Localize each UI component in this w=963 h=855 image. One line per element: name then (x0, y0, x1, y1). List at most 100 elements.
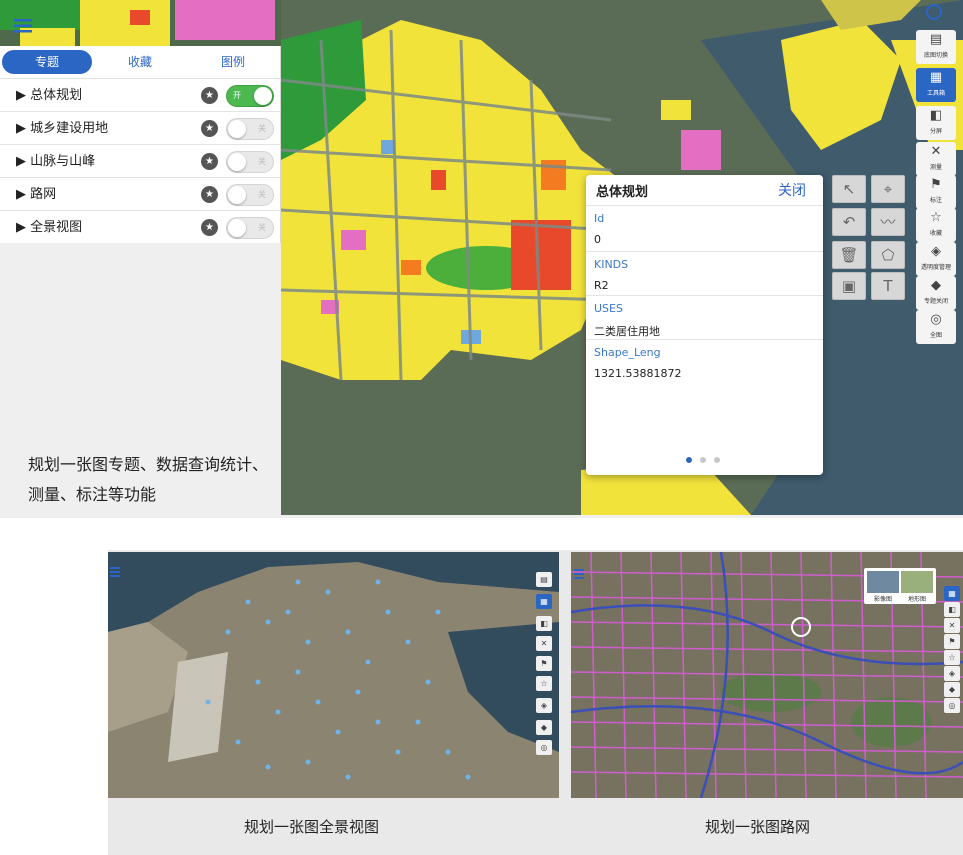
button-label: 测量 (929, 164, 942, 171)
trash-icon[interactable]: 🗑 (832, 241, 866, 269)
attribute-row: Id 0 (586, 205, 823, 251)
polygon-icon[interactable]: ⬠ (871, 241, 905, 269)
map-strip[interactable] (0, 0, 281, 46)
opacity-icon[interactable]: ◈ (536, 698, 552, 713)
toggle-label: 开 (233, 91, 241, 100)
undo-icon[interactable]: ↶ (832, 208, 866, 236)
toggle-knob (228, 120, 246, 138)
crosshair-icon[interactable]: ⌖ (871, 175, 905, 203)
button-label: 标注 (929, 197, 942, 204)
toolbox-icon[interactable]: ▦ (944, 586, 960, 601)
freehand-line-icon[interactable]: 〰 (871, 208, 905, 236)
select-arrow-icon[interactable]: ↖ (832, 175, 866, 203)
panorama-map-svg (108, 552, 559, 798)
star-icon[interactable]: ☆ (536, 676, 552, 691)
star-icon[interactable]: ★ (201, 153, 218, 170)
split-screen-icon: ◧ (929, 108, 943, 123)
menu-icon[interactable] (574, 564, 584, 579)
toolbox-button[interactable]: ▦ 工具箱 (916, 68, 956, 102)
map-switch-icon[interactable]: ▤ (536, 572, 552, 587)
measure-button[interactable]: ✕ 测量 (916, 142, 956, 176)
attribute-row: KINDS R2 (586, 251, 823, 295)
tab-legend[interactable]: 图例 (188, 50, 278, 74)
satellite-label: 影像图 (873, 596, 892, 603)
layer-toggle[interactable]: 开 (226, 85, 274, 107)
basemap-switch-button[interactable]: ▤ 底图切换 (916, 30, 956, 64)
opacity-button[interactable]: ◈ 透明度管理 (916, 242, 956, 276)
page-dot[interactable] (714, 457, 720, 463)
layer-off-button[interactable]: ◆ 专题关闭 (916, 276, 956, 310)
button-label: 底图切换 (923, 52, 948, 59)
split-screen-button[interactable]: ◧ 分屏 (916, 106, 956, 140)
flag-icon[interactable]: ⚑ (944, 634, 960, 649)
tab-topics[interactable]: 专题 (2, 50, 92, 74)
popup-title: 总体规划 (596, 185, 649, 200)
terrain-thumb[interactable] (901, 571, 933, 593)
attribute-key: USES (594, 302, 623, 315)
measure-icon: ✕ (930, 144, 942, 159)
page-dot[interactable] (700, 457, 706, 463)
star-icon[interactable]: ★ (201, 120, 218, 137)
layer-off-icon[interactable]: ◆ (536, 720, 552, 735)
map-strip-svg (0, 0, 281, 46)
tab-favorites[interactable]: 收藏 (95, 50, 185, 74)
measure-icon[interactable]: ✕ (944, 618, 960, 633)
layer-row-master-plan[interactable]: ▶ 总体规划 ★ 开 (0, 78, 281, 111)
info-icon[interactable] (926, 4, 942, 20)
star-icon: ☆ (930, 210, 942, 225)
annotate-button[interactable]: ⚑ 标注 (916, 175, 956, 209)
star-icon[interactable]: ★ (201, 219, 218, 236)
panel-tabs: 专题 收藏 图例 (0, 46, 281, 76)
layer-row-land-use[interactable]: ▶ 城乡建设用地 ★ 关 (0, 111, 281, 144)
attribute-key: Shape_Leng (594, 346, 661, 359)
save-icon[interactable]: ▣ (832, 272, 866, 300)
layer-toggle[interactable]: 关 (226, 217, 274, 239)
flag-icon: ⚑ (930, 177, 942, 192)
caption-bottom-right: 规划一张图路网 (705, 818, 811, 836)
layer-off-icon[interactable]: ◆ (944, 682, 960, 697)
popup-close-button[interactable]: 关闭 (778, 180, 806, 200)
terrain-label: 地形图 (907, 596, 926, 603)
layer-toggle[interactable]: 关 (226, 151, 274, 173)
favorite-button[interactable]: ☆ 收藏 (916, 208, 956, 242)
menu-icon[interactable] (110, 562, 120, 577)
button-label: 分屏 (929, 128, 942, 135)
star-icon[interactable]: ☆ (944, 650, 960, 665)
menu-icon[interactable] (14, 18, 32, 33)
full-extent-button[interactable]: ◎ 全图 (916, 310, 956, 344)
road-network-map[interactable]: 影像图 地形图 ▦ ◧ ✕ ⚑ ☆ ◈ ◆ ◎ (571, 552, 963, 798)
full-extent-icon[interactable]: ◎ (944, 698, 960, 713)
flag-icon[interactable]: ⚑ (536, 656, 552, 671)
toolbox-icon[interactable]: ▦ (536, 594, 552, 609)
attribute-row: USES 二类居住用地 (586, 295, 823, 339)
page-dot-active[interactable] (686, 457, 692, 463)
opacity-icon[interactable]: ◈ (944, 666, 960, 681)
layer-row-road-network[interactable]: ▶ 路网 ★ 关 (0, 177, 281, 210)
measure-icon[interactable]: ✕ (536, 636, 552, 651)
split-screen-icon[interactable]: ◧ (944, 602, 960, 617)
split-screen-icon[interactable]: ◧ (536, 616, 552, 631)
full-extent-icon: ◎ (930, 312, 942, 327)
layer-toggle[interactable]: 关 (226, 184, 274, 206)
attribute-value: 1321.53881872 (594, 367, 682, 380)
satellite-thumb[interactable] (867, 571, 899, 593)
layer-row-mountains[interactable]: ▶ 山脉与山峰 ★ 关 (0, 144, 281, 177)
text-tool-icon[interactable]: T (871, 272, 905, 300)
layer-name: ▶ 山脉与山峰 (16, 154, 96, 169)
toggle-label: 关 (258, 124, 266, 133)
attribute-value: 二类居住用地 (594, 325, 660, 338)
layer-name: ▶ 路网 (16, 187, 57, 202)
layer-name: ▶ 总体规划 (16, 88, 83, 103)
toggle-label: 关 (258, 190, 266, 199)
attribute-value: 0 (594, 233, 601, 246)
star-icon[interactable]: ★ (201, 186, 218, 203)
attribute-key: KINDS (594, 258, 629, 271)
panorama-map[interactable]: ▤ ▦ ◧ ✕ ⚑ ☆ ◈ ◆ ◎ (108, 552, 559, 798)
layer-row-panorama[interactable]: ▶ 全景视图 ★ 关 (0, 210, 281, 243)
attribute-value: R2 (594, 279, 609, 292)
feature-info-popup: 总体规划 关闭 Id 0 KINDS R2 USES 二类居住用地 Shape_… (586, 175, 823, 475)
full-extent-icon[interactable]: ◎ (536, 740, 552, 755)
star-icon[interactable]: ★ (201, 87, 218, 104)
layer-toggle[interactable]: 关 (226, 118, 274, 140)
page-indicator (686, 457, 726, 465)
